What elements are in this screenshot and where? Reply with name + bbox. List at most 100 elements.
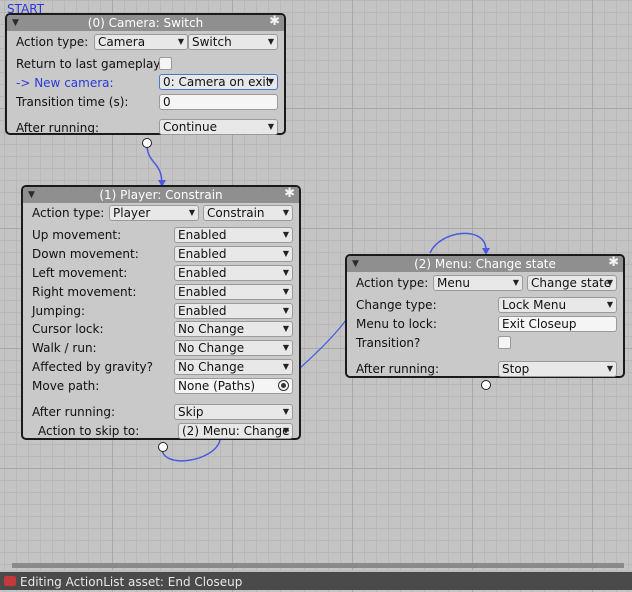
chevron-down-icon: ▼ bbox=[282, 230, 289, 239]
field-label: Down movement: bbox=[32, 247, 139, 261]
down-movement-dropdown[interactable]: Enabled ▼ bbox=[174, 246, 293, 262]
walk-run-dropdown[interactable]: No Change ▼ bbox=[174, 340, 293, 356]
chevron-down-icon: ▼ bbox=[267, 77, 274, 86]
output-port-player[interactable] bbox=[158, 442, 168, 452]
action-name-dropdown[interactable]: Change state ▼ bbox=[527, 275, 617, 291]
field-label: Affected by gravity? bbox=[32, 360, 154, 374]
skip-to-label: Action to skip to: bbox=[38, 424, 140, 438]
cursor-lock-dropdown[interactable]: No Change ▼ bbox=[174, 321, 293, 337]
move-path-field[interactable]: None (Paths) bbox=[174, 378, 293, 394]
left-movement-dropdown[interactable]: Enabled ▼ bbox=[174, 265, 293, 281]
return-to-gameplay-label: Return to last gameplay? bbox=[16, 57, 167, 71]
transition-checkbox[interactable] bbox=[498, 336, 511, 349]
action-name-dropdown[interactable]: Switch ▼ bbox=[188, 34, 278, 50]
right-movement-dropdown[interactable]: Enabled ▼ bbox=[174, 284, 293, 300]
triangle-down-icon[interactable]: ▼ bbox=[28, 187, 35, 203]
after-running-dropdown[interactable]: Continue ▼ bbox=[159, 119, 278, 135]
up-movement-dropdown[interactable]: Enabled ▼ bbox=[174, 227, 293, 243]
return-to-gameplay-checkbox[interactable] bbox=[159, 57, 172, 70]
dropdown-value: No Change bbox=[178, 322, 245, 336]
dropdown-value: Enabled bbox=[178, 285, 227, 299]
output-port-camera[interactable] bbox=[142, 138, 152, 148]
field-label: Up movement: bbox=[32, 228, 122, 242]
dropdown-value: Player bbox=[113, 206, 151, 220]
transition-label: Transition? bbox=[356, 336, 421, 350]
chevron-down-icon: ▼ bbox=[267, 37, 274, 46]
wire-player-to-menu-link bbox=[299, 319, 347, 369]
action-type-label: Action type: bbox=[356, 276, 429, 290]
chevron-down-icon: ▼ bbox=[282, 343, 289, 352]
node-title: (0) Camera: Switch bbox=[87, 16, 204, 30]
gravity-dropdown[interactable]: No Change ▼ bbox=[174, 359, 293, 375]
dropdown-value: Enabled bbox=[178, 266, 227, 280]
new-camera-label: -> New camera: bbox=[16, 76, 114, 90]
dropdown-value: Constrain bbox=[207, 206, 265, 220]
triangle-down-icon[interactable]: ▼ bbox=[352, 256, 359, 272]
transition-time-field[interactable]: 0 bbox=[159, 94, 278, 110]
wire-player-to-menu bbox=[161, 439, 221, 462]
action-category-dropdown[interactable]: Player ▼ bbox=[109, 205, 199, 221]
field-label: Cursor lock: bbox=[32, 322, 104, 336]
after-running-label: After running: bbox=[16, 121, 99, 135]
gear-icon[interactable]: ✱ bbox=[608, 255, 619, 271]
menu-change-state-node[interactable]: ▼ (2) Menu: Change state ✱ Action type: … bbox=[345, 254, 625, 378]
jumping-dropdown[interactable]: Enabled ▼ bbox=[174, 303, 293, 319]
chevron-down-icon: ▼ bbox=[606, 278, 613, 287]
gear-icon[interactable]: ✱ bbox=[284, 186, 295, 202]
move-path-label: Move path: bbox=[32, 379, 100, 393]
camera-switch-node[interactable]: ▼ (0) Camera: Switch ✱ Action type: Came… bbox=[5, 13, 286, 135]
chevron-down-icon: ▼ bbox=[606, 300, 613, 309]
field-value: Exit Closeup bbox=[502, 317, 577, 331]
field-label: Right movement: bbox=[32, 285, 137, 299]
action-type-label: Action type: bbox=[16, 35, 89, 49]
menu-to-lock-label: Menu to lock: bbox=[356, 317, 437, 331]
field-label: Jumping: bbox=[32, 304, 86, 318]
chevron-down-icon: ▼ bbox=[282, 324, 289, 333]
wire-into-menu bbox=[429, 232, 487, 254]
chevron-down-icon: ▼ bbox=[177, 37, 184, 46]
node-header[interactable]: ▼ (0) Camera: Switch ✱ bbox=[7, 14, 284, 31]
gear-icon[interactable]: ✱ bbox=[269, 14, 280, 30]
transition-time-label: Transition time (s): bbox=[16, 95, 129, 109]
target-icon[interactable] bbox=[278, 380, 289, 391]
action-category-dropdown[interactable]: Menu ▼ bbox=[433, 275, 523, 291]
triangle-down-icon[interactable]: ▼ bbox=[12, 15, 19, 31]
dropdown-value: Enabled bbox=[178, 304, 227, 318]
dropdown-value: No Change bbox=[178, 360, 245, 374]
chevron-down-icon: ▼ bbox=[512, 278, 519, 287]
menu-to-lock-field[interactable]: Exit Closeup bbox=[498, 316, 617, 332]
chevron-down-icon: ▼ bbox=[282, 362, 289, 371]
after-running-dropdown[interactable]: Stop ▼ bbox=[498, 361, 617, 377]
action-name-dropdown[interactable]: Constrain ▼ bbox=[203, 205, 293, 221]
horizontal-scrollbar[interactable] bbox=[12, 563, 624, 568]
node-title: (2) Menu: Change state bbox=[414, 257, 556, 271]
dropdown-value: Change state bbox=[531, 276, 612, 290]
chevron-down-icon: ▼ bbox=[282, 426, 289, 435]
dropdown-value: Stop bbox=[502, 362, 530, 376]
dropdown-value: Continue bbox=[163, 120, 217, 134]
node-header[interactable]: ▼ (2) Menu: Change state ✱ bbox=[347, 255, 623, 272]
node-header[interactable]: ▼ (1) Player: Constrain ✱ bbox=[23, 186, 299, 203]
chevron-down-icon: ▼ bbox=[267, 122, 274, 131]
field-label: Walk / run: bbox=[32, 341, 97, 355]
new-camera-dropdown[interactable]: 0: Camera on exit ▼ bbox=[159, 74, 278, 90]
chevron-down-icon: ▼ bbox=[282, 208, 289, 217]
dropdown-value: Skip bbox=[178, 405, 204, 419]
after-running-dropdown[interactable]: Skip ▼ bbox=[174, 404, 293, 420]
dropdown-value: Camera bbox=[98, 35, 146, 49]
action-category-dropdown[interactable]: Camera ▼ bbox=[94, 34, 188, 50]
actionlist-icon bbox=[4, 576, 16, 586]
dropdown-value: Enabled bbox=[178, 228, 227, 242]
dropdown-value: Enabled bbox=[178, 247, 227, 261]
player-constrain-node[interactable]: ▼ (1) Player: Constrain ✱ Action type: P… bbox=[21, 185, 301, 440]
wire-camera-to-player bbox=[146, 143, 163, 186]
after-running-label: After running: bbox=[32, 405, 115, 419]
dropdown-value: Lock Menu bbox=[502, 298, 567, 312]
skip-to-dropdown[interactable]: (2) Menu: Change ▼ bbox=[178, 423, 293, 439]
chevron-down-icon: ▼ bbox=[606, 364, 613, 373]
chevron-down-icon: ▼ bbox=[282, 249, 289, 258]
output-port-menu[interactable] bbox=[481, 380, 491, 390]
change-type-dropdown[interactable]: Lock Menu ▼ bbox=[498, 297, 617, 313]
dropdown-value: 0: Camera on exit bbox=[163, 75, 271, 89]
dropdown-value: Menu bbox=[437, 276, 470, 290]
